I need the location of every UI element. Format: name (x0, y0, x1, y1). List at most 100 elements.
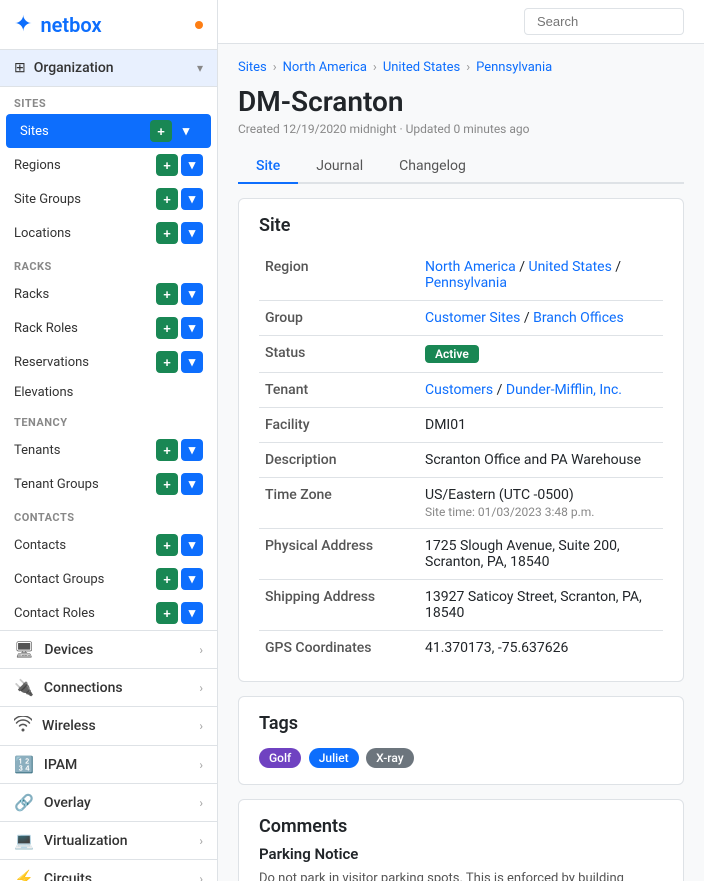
breadcrumb-united-states[interactable]: United States (383, 60, 460, 75)
sidebar-item-contacts-label: Contacts (14, 538, 66, 553)
organization-grid-icon: ⊞ (14, 60, 26, 76)
logo-dot (195, 21, 203, 29)
sidebar-item-wireless[interactable]: Wireless › (0, 706, 217, 745)
sidebar-item-tenants[interactable]: Tenants + ▾ (0, 433, 217, 467)
racks-view-button[interactable]: ▾ (181, 283, 203, 305)
tag-golf[interactable]: Golf (259, 748, 301, 768)
sidebar-item-contact-groups-label: Contact Groups (14, 572, 104, 587)
connections-chevron: › (199, 681, 203, 695)
sidebar-item-virtualization[interactable]: 💻 Virtualization › (0, 821, 217, 859)
breadcrumb-pennsylvania[interactable]: Pennsylvania (476, 60, 552, 75)
region-sep-2: / (615, 259, 621, 275)
tag-xray[interactable]: X-ray (366, 748, 413, 768)
sidebar-item-contact-roles[interactable]: Contact Roles + ▾ (0, 596, 217, 630)
sites-actions: + ▾ (150, 120, 197, 142)
rack-roles-add-button[interactable]: + (156, 317, 178, 339)
breadcrumb-sep-3: › (466, 60, 470, 75)
sidebar-item-racks[interactable]: Racks + ▾ (0, 277, 217, 311)
regions-add-button[interactable]: + (156, 154, 178, 176)
sidebar-item-regions-label: Regions (14, 158, 61, 173)
sidebar-item-locations[interactable]: Locations + ▾ (0, 216, 217, 250)
field-tenant: Tenant Customers / Dunder-Mifflin, Inc. (259, 373, 663, 408)
region-pennsylvania-link[interactable]: Pennsylvania (425, 275, 507, 291)
breadcrumb-sites[interactable]: Sites (238, 60, 267, 75)
sidebar-item-circuits[interactable]: ⚡ Circuits › (0, 859, 217, 881)
sidebar-item-sites[interactable]: Sites + ▾ (6, 114, 211, 148)
field-description: Description Scranton Office and PA Wareh… (259, 443, 663, 478)
status-badge: Active (425, 345, 479, 363)
field-description-label: Description (259, 443, 419, 478)
regions-view-button[interactable]: ▾ (181, 154, 203, 176)
wireless-chevron: › (199, 719, 203, 733)
sidebar-item-site-groups[interactable]: Site Groups + ▾ (0, 182, 217, 216)
tenant-customers-link[interactable]: Customers (425, 382, 493, 398)
sidebar-item-tenants-label: Tenants (14, 443, 60, 458)
tags-card-title: Tags (259, 713, 663, 734)
tab-changelog[interactable]: Changelog (381, 150, 484, 184)
sidebar-item-contacts[interactable]: Contacts + ▾ (0, 528, 217, 562)
sidebar-item-connections[interactable]: 🔌 Connections › (0, 668, 217, 706)
connections-icon: 🔌 (14, 678, 34, 697)
field-status-label: Status (259, 336, 419, 373)
field-timezone-value: US/Eastern (UTC -0500) Site time: 01/03/… (419, 478, 663, 529)
sidebar-item-devices[interactable]: 🖥 Devices › (0, 630, 217, 668)
sidebar-item-elevations[interactable]: Elevations (0, 379, 217, 406)
field-status: Status Active (259, 336, 663, 373)
tenancy-category: TENANCY (0, 406, 217, 433)
contacts-view-button[interactable]: ▾ (181, 534, 203, 556)
sites-category: SITES (0, 87, 217, 114)
reservations-add-button[interactable]: + (156, 351, 178, 373)
sidebar-item-overlay[interactable]: 🔗 Overlay › (0, 783, 217, 821)
field-shipping-address: Shipping Address 13927 Saticoy Street, S… (259, 580, 663, 631)
reservations-actions: + ▾ (156, 351, 203, 373)
contact-groups-add-button[interactable]: + (156, 568, 178, 590)
tab-site[interactable]: Site (238, 150, 298, 184)
sidebar-item-rack-roles[interactable]: Rack Roles + ▾ (0, 311, 217, 345)
sidebar: ✦ netbox ⊞ Organization ▾ SITES Sites + … (0, 0, 218, 881)
sidebar-item-regions[interactable]: Regions + ▾ (0, 148, 217, 182)
field-region-value: North America / United States / Pennsylv… (419, 250, 663, 301)
region-united-states-link[interactable]: United States (528, 259, 611, 275)
breadcrumb-north-america[interactable]: North America (283, 60, 367, 75)
contacts-actions: + ▾ (156, 534, 203, 556)
contact-roles-add-button[interactable]: + (156, 602, 178, 624)
overlay-chevron: › (199, 796, 203, 810)
organization-section[interactable]: ⊞ Organization ▾ (0, 50, 217, 87)
field-region: Region North America / United States / P… (259, 250, 663, 301)
sidebar-item-contact-groups[interactable]: Contact Groups + ▾ (0, 562, 217, 596)
contacts-add-button[interactable]: + (156, 534, 178, 556)
region-north-america-link[interactable]: North America (425, 259, 516, 275)
site-groups-add-button[interactable]: + (156, 188, 178, 210)
logo-text: netbox (40, 13, 101, 37)
tab-journal[interactable]: Journal (298, 150, 381, 184)
site-groups-view-button[interactable]: ▾ (181, 188, 203, 210)
topbar (218, 0, 704, 44)
tenant-groups-add-button[interactable]: + (156, 473, 178, 495)
tenant-groups-view-button[interactable]: ▾ (181, 473, 203, 495)
tag-juliet[interactable]: Juliet (309, 748, 359, 768)
racks-add-button[interactable]: + (156, 283, 178, 305)
sidebar-item-tenant-groups[interactable]: Tenant Groups + ▾ (0, 467, 217, 501)
sidebar-item-ipam[interactable]: 🔢 IPAM › (0, 745, 217, 783)
sites-add-button[interactable]: + (150, 120, 172, 142)
sidebar-item-reservations[interactable]: Reservations + ▾ (0, 345, 217, 379)
locations-add-button[interactable]: + (156, 222, 178, 244)
rack-roles-view-button[interactable]: ▾ (181, 317, 203, 339)
search-input[interactable] (524, 8, 684, 35)
group-customer-sites-link[interactable]: Customer Sites (425, 310, 520, 326)
sites-view-button[interactable]: ▾ (175, 120, 197, 142)
reservations-view-button[interactable]: ▾ (181, 351, 203, 373)
field-tenant-label: Tenant (259, 373, 419, 408)
organization-label: Organization (34, 60, 114, 76)
sidebar-item-sites-label: Sites (20, 124, 49, 139)
group-branch-offices-link[interactable]: Branch Offices (533, 310, 624, 326)
contact-groups-view-button[interactable]: ▾ (181, 568, 203, 590)
tenants-add-button[interactable]: + (156, 439, 178, 461)
tenant-dunder-mifflin-link[interactable]: Dunder-Mifflin, Inc. (506, 382, 622, 398)
contacts-category: CONTACTS (0, 501, 217, 528)
locations-view-button[interactable]: ▾ (181, 222, 203, 244)
sidebar-item-tenant-groups-label: Tenant Groups (14, 477, 99, 492)
tenants-view-button[interactable]: ▾ (181, 439, 203, 461)
contact-roles-view-button[interactable]: ▾ (181, 602, 203, 624)
sidebar-item-devices-label: Devices (44, 642, 93, 658)
